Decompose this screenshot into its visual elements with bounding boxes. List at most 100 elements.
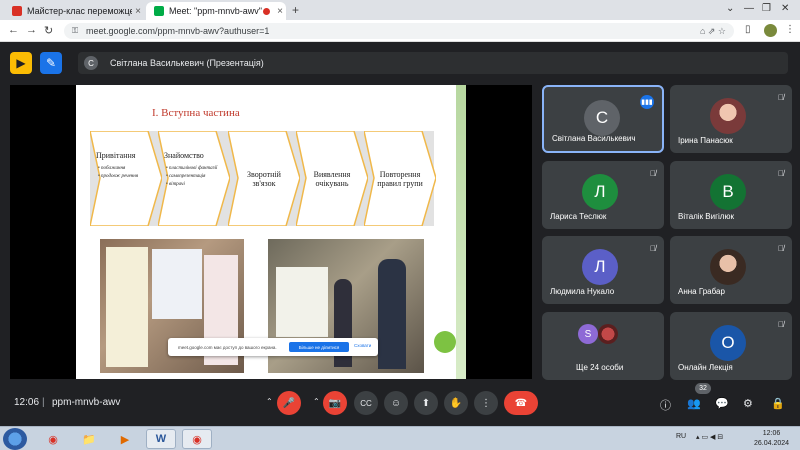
meet-favicon-icon <box>154 6 164 16</box>
chevron-item: пластилінові фантазії <box>166 165 217 173</box>
tab-title: Meet: "ppm-mnvb-awv" <box>169 6 262 16</box>
browser-menu-icon[interactable]: ⋮ <box>785 24 795 35</box>
meeting-time: 12:06 <box>14 397 40 408</box>
media-player-taskbar-icon[interactable]: ▶ <box>110 429 140 449</box>
minimize-button[interactable]: — <box>744 3 754 14</box>
mic-off-icon: 🎙̸ <box>778 320 784 329</box>
chevron-acquaintance: Знайомство пластилінові фантазії самопре… <box>158 131 230 226</box>
participant-name: Віталік Вигілюк <box>678 212 734 221</box>
participant-photo <box>710 249 746 285</box>
browser-tab-bar: Майстер-клас переможце облас × Meet: "pp… <box>0 0 800 20</box>
chevron-text: Зворотній зв'язок <box>247 169 281 188</box>
chevron-item: продовж речення <box>98 173 138 181</box>
mic-off-icon: 🎙̸ <box>778 244 784 253</box>
participant-tile[interactable]: 🎙̸ Ірина Панасюк <box>670 85 792 153</box>
language-indicator[interactable]: RU <box>676 433 686 440</box>
stop-sharing-button[interactable]: Більше не ділитися <box>289 342 349 352</box>
participant-tile[interactable]: Л 🎙̸ Людмила Нукало <box>542 236 664 304</box>
participant-name: Ірина Панасюк <box>678 136 733 145</box>
chrome-taskbar-icon[interactable]: ◉ <box>38 429 68 449</box>
tray-icons[interactable]: ▴ ▭ ◀ ⊟ <box>696 433 723 441</box>
people-icon[interactable]: 👥 <box>687 397 701 410</box>
chevron-heading: Привітання <box>96 151 136 160</box>
side-panel-icon[interactable]: ▯ <box>745 24 751 35</box>
url-text: meet.google.com/ppm-mnvb-awv?authuser=1 <box>86 26 270 36</box>
microphone-toggle-button[interactable]: 🎤 <box>277 391 301 415</box>
participant-avatar: S <box>578 324 598 344</box>
present-screen-button[interactable]: ⬆ <box>414 391 438 415</box>
participant-tile[interactable]: Л 🎙̸ Лариса Теслюк <box>542 161 664 229</box>
raise-hand-button[interactable]: ✋ <box>444 391 468 415</box>
site-info-icon[interactable]: ⚿ <box>72 23 78 39</box>
presentation-slide: I. Вступна частина Привітання побажання … <box>76 85 466 379</box>
chevron-greeting: Привітання побажання продовж речення <box>90 131 162 226</box>
captions-button[interactable]: CC <box>354 391 378 415</box>
system-clock[interactable]: 12:06 26.04.2024 <box>754 429 789 449</box>
activities-icon[interactable]: ⚙ <box>743 397 753 410</box>
presentation-app-icon[interactable]: ▶ <box>10 52 32 74</box>
video-settings-chevron-icon[interactable]: ⌃ <box>313 397 320 406</box>
chrome-active-taskbar-icon[interactable]: ◉ <box>182 429 212 449</box>
address-bar-row: ← → ↻ ⚿ meet.google.com/ppm-mnvb-awv?aut… <box>0 20 800 42</box>
chevron-item: самопрезентація <box>166 173 217 181</box>
audio-settings-chevron-icon[interactable]: ⌃ <box>266 397 273 406</box>
participant-avatar: С <box>584 100 620 136</box>
clock-date: 26.04.2024 <box>754 440 790 447</box>
tab-close-icon[interactable]: × <box>132 6 144 17</box>
screen-sharing-notice: meet.google.com має доступ до вашого екр… <box>168 338 378 356</box>
slide-decoration <box>456 85 466 379</box>
mic-off-icon: 🎙̸ <box>778 93 784 102</box>
tab-title: Майстер-клас переможце облас <box>27 6 132 16</box>
participant-name: Анна Грабар <box>678 287 725 296</box>
hide-notice-link[interactable]: Сховати <box>354 343 371 348</box>
participant-avatar: Л <box>582 174 618 210</box>
more-participants-tile[interactable]: S Ще 24 особи <box>542 312 664 380</box>
participant-photo <box>598 324 618 344</box>
profile-avatar[interactable] <box>764 24 777 37</box>
chevron-heading: Знайомство <box>164 151 204 160</box>
tab-master-class[interactable]: Майстер-клас переможце облас × <box>4 2 144 20</box>
meeting-info-icon[interactable]: ⓘ <box>660 397 671 413</box>
host-controls-icon[interactable]: 🔒 <box>771 397 785 410</box>
chevron-text: Повторення правил групи <box>377 169 423 188</box>
back-button[interactable]: ← <box>8 24 19 36</box>
slide-title: I. Вступна частина <box>152 107 240 119</box>
gmail-favicon-icon <box>12 6 22 16</box>
explorer-taskbar-icon[interactable]: 📁 <box>74 429 104 449</box>
participant-tile[interactable]: 🎙̸ Анна Грабар <box>670 236 792 304</box>
omnibox-icons[interactable]: ⌂ ⇗ ☆ <box>700 23 726 39</box>
participant-name: Лариса Теслюк <box>550 212 607 221</box>
meet-header: ▶ ✎ С Світлана Василькевич (Презентація) <box>0 42 800 84</box>
start-button[interactable] <box>3 428 27 450</box>
close-window-button[interactable]: ✕ <box>781 3 789 14</box>
url-field[interactable]: ⚿ meet.google.com/ppm-mnvb-awv?authuser=… <box>64 23 734 39</box>
tab-meet[interactable]: Meet: "ppm-mnvb-awv" × <box>146 2 286 20</box>
sharing-notice-text: meet.google.com має доступ до вашого екр… <box>178 344 277 350</box>
whiteboard-app-icon[interactable]: ✎ <box>40 52 62 74</box>
participant-tile[interactable]: В 🎙̸ Віталік Вигілюк <box>670 161 792 229</box>
mic-off-icon: 🎙̸ <box>650 244 656 253</box>
chevron-text: Виявлення очікувань <box>313 169 351 188</box>
tab-search-icon[interactable]: ⌄ <box>726 3 734 14</box>
clock-time: 12:06 <box>762 430 781 437</box>
presenting-label: Світлана Василькевич (Презентація) <box>110 58 264 68</box>
more-options-button[interactable]: ⋮ <box>474 391 498 415</box>
chat-icon[interactable]: 💬 <box>715 397 729 410</box>
maximize-button[interactable]: ❐ <box>762 3 771 14</box>
windows-taskbar: ◉ 📁 ▶ W ◉ RU ▴ ▭ ◀ ⊟ 12:06 26.04.2024 <box>0 426 800 450</box>
new-tab-button[interactable]: + <box>292 3 299 17</box>
poster-image <box>152 249 202 319</box>
tab-close-icon[interactable]: × <box>274 6 286 17</box>
emoji-reactions-button[interactable]: ☺ <box>384 391 408 415</box>
chevron-expectations: Виявлення очікувань <box>296 131 368 226</box>
participant-tile[interactable]: С ▮▮▮ Світлана Василькевич <box>542 85 664 153</box>
reload-button[interactable]: ↻ <box>44 24 53 37</box>
leave-call-button[interactable]: ☎ <box>504 391 538 415</box>
participant-tile[interactable]: О 🎙̸ Онлайн Лекція <box>670 312 792 380</box>
participant-photo <box>710 98 746 134</box>
camera-toggle-button[interactable]: 📷 <box>323 391 347 415</box>
chevron-rules: Повторення правил групи <box>364 131 436 226</box>
poster-image <box>106 247 148 367</box>
word-taskbar-icon[interactable]: W <box>146 429 176 449</box>
forward-button[interactable]: → <box>26 24 37 36</box>
